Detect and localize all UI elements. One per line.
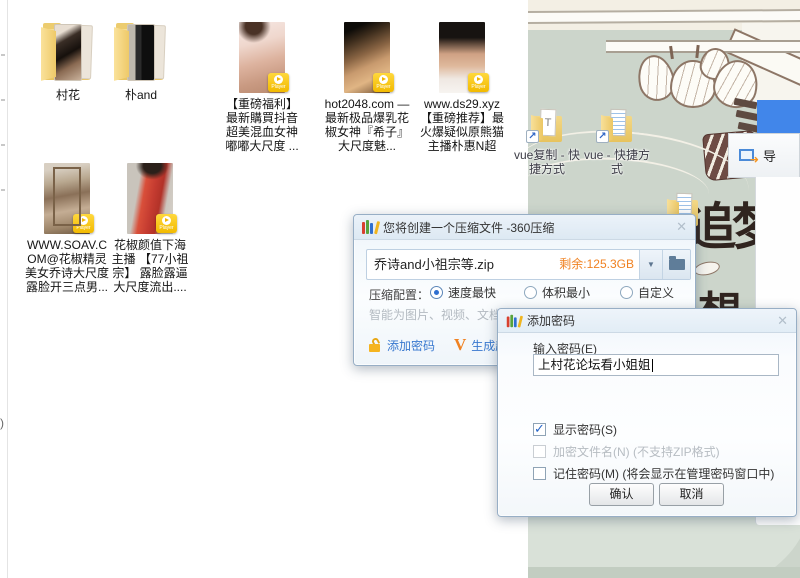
password-dialog-titlebar[interactable]: 添加密码 ✕: [498, 309, 796, 333]
wallpaper-blob: [693, 259, 721, 277]
lock-icon: [369, 338, 382, 352]
folder-icon: [669, 259, 685, 270]
radio-icon[interactable]: [524, 286, 537, 299]
folder-icon: [113, 22, 169, 84]
close-icon[interactable]: ✕: [676, 219, 687, 235]
side-window-menu-item[interactable]: ➜ 导: [728, 133, 800, 178]
checkbox-show-password[interactable]: 显示密码(S): [533, 421, 617, 438]
folder-shortcut-icon: ↗: [600, 108, 634, 144]
checkbox-icon-checked[interactable]: [533, 423, 546, 436]
video-thumbnail: Player: [439, 22, 485, 93]
browse-folder-button[interactable]: [662, 250, 690, 279]
play-icon: [274, 75, 283, 84]
cancel-button[interactable]: 取消: [659, 483, 724, 506]
video-thumbnail: Player: [127, 163, 173, 234]
checkbox-icon-disabled: [533, 445, 546, 458]
zip-dialog-titlebar[interactable]: 您将创建一个压缩文件 -360压缩 ✕: [354, 215, 695, 240]
app-logo-icon: [362, 220, 377, 234]
confirm-button[interactable]: 确认: [589, 483, 654, 506]
play-icon: [474, 75, 483, 84]
play-icon: [79, 216, 88, 225]
player-badge-icon: Player: [373, 73, 394, 92]
wallpaper-shutter-slat: [736, 110, 760, 121]
play-icon: [379, 75, 388, 84]
desktop-icon-video[interactable]: Player 【重磅福利】最新購買抖音超美混血女神嘟嘟大尺度 ...: [212, 22, 312, 154]
radio-smallest-size[interactable]: 体积最小: [524, 284, 590, 301]
desktop-icon-folder[interactable]: 朴and: [91, 22, 191, 102]
window-edge-line: [7, 0, 8, 578]
player-badge-icon: Player: [268, 73, 289, 92]
desktop-icon-label: 花椒颜值下海主播 【77小祖宗】 露脸露逼大尺度流出....: [109, 238, 191, 295]
desktop-icon-video[interactable]: Player www.ds29.xyz 【重磅推荐】最火爆疑似原熊猫主播朴惠N超…: [412, 22, 512, 154]
checkbox-encrypt-filename: 加密文件名(N) (不支持ZIP格式): [533, 443, 720, 460]
close-icon[interactable]: ✕: [777, 313, 788, 329]
video-thumbnail: Player: [239, 22, 285, 93]
chevron-down-icon: ▼: [647, 260, 655, 269]
shortcut-arrow-icon: ↗: [596, 130, 609, 143]
password-dialog: 添加密码 ✕ 输入密码(E) 上村花论坛看小姐姐 显示密码(S) 加密文件名(N…: [497, 308, 797, 517]
radio-icon-selected[interactable]: [430, 286, 443, 299]
desktop-icon-label: hot2048.com — 最新极品爆乳花椒女神『希子』大尺度魅...: [324, 97, 410, 154]
desktop-icon-video[interactable]: Player hot2048.com — 最新极品爆乳花椒女神『希子』大尺度魅.…: [317, 22, 417, 154]
desktop-icon-shortcut[interactable]: T ↗ vue复制 - 快捷方式: [512, 108, 582, 176]
player-badge-icon: Player: [156, 214, 177, 233]
player-badge-icon: Player: [73, 214, 94, 233]
desktop-icon-label: www.ds29.xyz 【重磅推荐】最火爆疑似原熊猫主播朴惠N超大...: [419, 97, 505, 154]
desktop: 追梦 想 ) 村花 朴and Player 【重磅福利】最新購買抖音超美混血女神…: [0, 0, 800, 578]
play-icon: [162, 216, 171, 225]
video-thumbnail: Player: [344, 22, 390, 93]
player-badge-icon: Player: [468, 73, 489, 92]
wallpaper-beam: [606, 40, 800, 53]
desktop-icon-label: vue复制 - 快捷方式: [514, 148, 580, 176]
archive-filename-field[interactable]: 乔诗and小祖宗等.zip 剩余:125.3GB ▼: [366, 249, 691, 280]
shortcut-arrow-icon: ↗: [526, 130, 539, 143]
checkbox-remember-password[interactable]: 记住密码(M) (将会显示在管理密码窗口中): [533, 465, 774, 482]
video-thumbnail: Player: [44, 163, 90, 234]
wallpaper-bottom-band: [528, 567, 800, 578]
desktop-icon-shortcut[interactable]: ↗ vue - 快捷方式: [582, 108, 652, 176]
zip-dialog-title: 您将创建一个压缩文件 -360压缩: [383, 219, 554, 236]
filename-dropdown-button[interactable]: ▼: [639, 250, 662, 279]
checkbox-icon[interactable]: [533, 467, 546, 480]
image-export-icon: ➜: [739, 149, 756, 163]
edge-mark: [1, 99, 5, 101]
v-logo-icon: V: [454, 335, 466, 355]
side-menu-label: 导: [763, 146, 776, 165]
desktop-icon-label: 朴and: [101, 88, 181, 102]
text-cursor: [652, 359, 653, 372]
app-logo-icon: [507, 314, 521, 327]
disk-space-remaining: 剩余:125.3GB: [559, 250, 639, 279]
compression-config-label: 压缩配置：: [369, 286, 429, 303]
desktop-icon-video[interactable]: Player 花椒颜值下海主播 【77小祖宗】 露脸露逼大尺度流出....: [100, 163, 200, 295]
add-password-link[interactable]: 添加密码: [387, 337, 435, 354]
password-input[interactable]: 上村花论坛看小姐姐: [533, 354, 779, 376]
radio-custom[interactable]: 自定义: [620, 284, 674, 301]
edge-mark: [1, 54, 5, 56]
password-dialog-title: 添加密码: [527, 312, 575, 329]
folder-icon: [40, 22, 96, 84]
desktop-icon-label: WWW.SOAV.COM@花椒精灵美女乔诗大尺度露脸开三点男...: [25, 238, 109, 295]
desktop-icon-label: 【重磅福利】最新購買抖音超美混血女神嘟嘟大尺度 ...: [223, 97, 301, 154]
radio-icon[interactable]: [620, 286, 633, 299]
edge-mark: [1, 144, 5, 146]
folder-shortcut-icon: T ↗: [530, 108, 564, 144]
side-window-titlebar[interactable]: [757, 100, 800, 133]
edge-mark: [1, 189, 5, 191]
edge-text-fragment: ): [0, 416, 4, 430]
archive-filename[interactable]: 乔诗and小祖宗等.zip: [367, 250, 559, 279]
wallpaper-beam: [528, 9, 800, 24]
desktop-icon-label: vue - 快捷方式: [584, 148, 650, 176]
radio-fastest-speed[interactable]: 速度最快: [430, 284, 496, 301]
